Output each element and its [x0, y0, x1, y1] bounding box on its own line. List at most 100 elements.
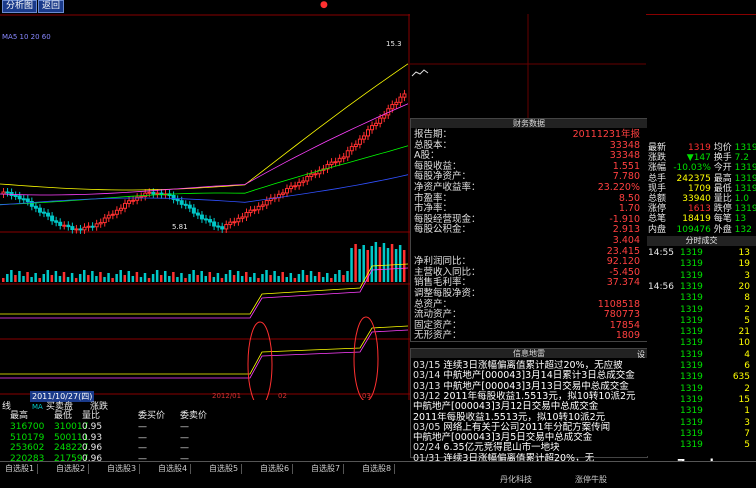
volume-bar — [14, 275, 17, 282]
candle-body — [199, 214, 204, 220]
finance-row: 报告期： 20111231年报 — [414, 129, 642, 140]
volume-bar — [342, 275, 345, 282]
watchlist-tab[interactable]: 自选股7 — [308, 464, 345, 474]
finance-row: 调整每股净资： — [414, 288, 642, 299]
volume-bar — [313, 276, 317, 282]
quote-value: 1319 — [734, 204, 756, 215]
finance-value: 33348 — [609, 150, 640, 162]
tick-volume: 13 — [738, 248, 750, 258]
candle-body — [285, 188, 289, 194]
volume-bar — [95, 276, 98, 282]
finance-row: 总资产： 1108518 — [414, 299, 642, 310]
volume-bar — [159, 275, 163, 282]
analysis-button[interactable]: 分析图 — [2, 0, 38, 13]
tick-price: 1319 — [680, 440, 703, 451]
kline-chart[interactable] — [0, 14, 410, 400]
candle-body — [341, 156, 346, 159]
watchlist-tab[interactable]: 自选股3 — [104, 464, 141, 474]
book-header: 委买价 — [138, 411, 166, 421]
volume-bar — [212, 277, 216, 282]
volume-bar — [188, 274, 191, 282]
candle-body — [62, 224, 67, 227]
candle-body — [370, 125, 375, 131]
finance-label: 市盈率： — [414, 192, 453, 204]
finance-label: 销售毛利率： — [414, 277, 472, 289]
finance-row: 每股公积金： 2.913 — [414, 224, 642, 235]
tick-row: 1319 2 — [648, 384, 756, 394]
tick-volume: 635 — [732, 372, 750, 383]
tick-price: 1319 — [680, 304, 703, 315]
volume-bar — [46, 270, 50, 282]
news-title: 信息地雷 — [411, 349, 647, 358]
finance-value: 92.120 — [606, 256, 640, 268]
tick-price: 1319 — [680, 406, 703, 417]
finance-label: 流动资产： — [414, 309, 462, 321]
watchlist-tab[interactable]: 自选股6 — [257, 464, 294, 474]
tick-volume: 19 — [738, 259, 750, 270]
finance-row: 无形资产： 1809 — [414, 330, 642, 341]
quote-label: 外盘 — [713, 224, 732, 235]
volume-bar — [34, 273, 37, 282]
tick-row: 14:56 1319 20 — [648, 282, 756, 292]
candle-body — [46, 212, 51, 217]
volume-bar — [346, 271, 349, 282]
volume-bar — [293, 278, 297, 282]
month-label-12: 2012/01 — [212, 392, 242, 400]
watchlist-tab[interactable]: 自选股8 — [359, 464, 396, 474]
candle-body — [94, 223, 99, 228]
finance-label: 市净率： — [414, 203, 453, 215]
candle-body — [305, 176, 310, 182]
candle-body — [224, 224, 229, 230]
candle-body — [90, 225, 95, 228]
volume-bar — [297, 274, 301, 282]
candle-body — [349, 146, 354, 152]
quote-value: 7.2 — [734, 153, 749, 164]
candle-body — [264, 200, 269, 206]
candle-body — [50, 215, 55, 222]
footer-note: 涨停牛股 — [575, 475, 607, 484]
volume-bar — [26, 272, 29, 282]
quote-label: 总手 — [648, 173, 667, 184]
candle-body — [13, 194, 18, 197]
watchlist-tab[interactable]: 自选股1 — [2, 464, 39, 474]
tick-volume: 4 — [744, 349, 750, 360]
quote-label: 每笔 — [713, 214, 732, 225]
candle-body — [361, 135, 366, 140]
volume-bar — [172, 272, 175, 282]
candle-body — [86, 225, 91, 228]
finance-row: 流动资产： 780773 — [414, 309, 642, 320]
footer-stock: 丹化科技 — [500, 475, 532, 484]
month-label-02: 02 — [278, 392, 287, 400]
book-header: 最低 — [54, 411, 73, 421]
watchlist-tab[interactable]: 自选股2 — [53, 464, 90, 474]
finance-row: 3.404 — [414, 235, 642, 246]
tick-volume: 20 — [738, 281, 750, 292]
quote-row: 涨跌 ▼147 换手 7.2 — [648, 153, 756, 163]
candle-body — [329, 161, 334, 166]
book-header: 量比 — [82, 411, 101, 421]
finance-value: -1.910 — [609, 213, 640, 225]
price-low-label: 5.81 — [172, 223, 188, 231]
watchlist-tab[interactable]: 自选股4 — [155, 464, 192, 474]
quote-label: 现手 — [648, 183, 667, 194]
news-settings-button[interactable]: 设 — [637, 349, 645, 360]
finance-row: 净利润同比： 92.120 — [414, 256, 642, 267]
candle-body — [382, 114, 387, 119]
candle-body — [110, 213, 115, 216]
candle-body — [21, 198, 26, 201]
top-toolbar: 分析图 返回 ● — [0, 0, 756, 15]
volume-bar — [317, 272, 321, 282]
order-book: 线买卖盘 涨跌 MA 最高 最低 量比 委买价 委卖价 316700 310017 0.95— —… — [0, 400, 410, 464]
volume-bar — [220, 278, 224, 282]
finance-value: 1809 — [615, 330, 640, 342]
book-sub-label: MA — [32, 403, 43, 411]
volume-bar — [103, 277, 106, 282]
watchlist-tab[interactable]: 自选股5 — [206, 464, 243, 474]
candle-body — [139, 195, 144, 198]
finance-row: 每股净资产： 7.780 — [414, 171, 642, 182]
back-button[interactable]: 返回 — [38, 0, 65, 13]
finance-value: -5.450 — [609, 266, 640, 278]
volume-bar — [139, 277, 143, 282]
quote-row: 内盘 109476 外盘 132 — [648, 225, 756, 235]
volume-bar — [164, 271, 167, 282]
